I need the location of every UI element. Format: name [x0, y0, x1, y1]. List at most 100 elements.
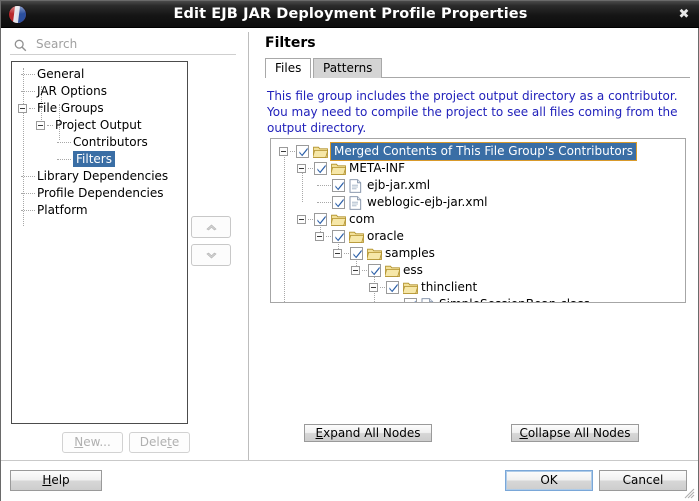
checkbox-checked[interactable] — [314, 213, 327, 226]
search-field[interactable]: Search — [10, 36, 236, 55]
collapse-toggle-icon[interactable] — [369, 283, 378, 292]
file-tree-label: samples — [385, 246, 435, 260]
collapse-toggle-icon[interactable] — [18, 104, 27, 113]
sidebar-item-label: Profile Dependencies — [37, 186, 164, 200]
sidebar-item-label: Platform — [37, 203, 88, 217]
info-message: This file group includes the project out… — [267, 89, 678, 135]
folder-open-icon — [385, 265, 400, 277]
tree-line — [21, 176, 35, 178]
file-tree-label: thinclient — [421, 280, 478, 294]
file-tree-row[interactable]: samples — [271, 245, 683, 262]
file-tree-row[interactable]: Merged Contents of This File Group's Con… — [271, 142, 683, 161]
tab-patterns[interactable]: Patterns — [313, 58, 383, 78]
collapse-toggle-icon[interactable] — [297, 164, 306, 173]
checkbox-checked[interactable] — [404, 298, 417, 302]
sidebar-item-label: General — [37, 67, 85, 81]
file-tree-row[interactable]: weblogic-ejb-jar.xml — [271, 194, 683, 211]
new-button: New... — [62, 432, 123, 453]
checkbox-checked[interactable] — [332, 230, 345, 243]
file-tree-row[interactable]: ess — [271, 262, 683, 279]
xml-file-icon — [349, 196, 362, 210]
sidebar-item-platform[interactable]: Platform — [12, 202, 187, 218]
tree-line — [21, 210, 35, 212]
close-icon[interactable]: ✖ — [675, 6, 693, 23]
file-icon — [421, 298, 434, 302]
sidebar-item-contributors[interactable]: Contributors — [12, 134, 187, 150]
file-tree-row[interactable]: oracle — [271, 228, 683, 245]
collapse-toggle-icon[interactable] — [333, 249, 342, 258]
help-button[interactable]: Help — [10, 470, 102, 491]
sidebar-item-profile-dependencies[interactable]: Profile Dependencies — [12, 185, 187, 201]
ok-button[interactable]: OK — [505, 470, 593, 491]
tree-line — [362, 270, 367, 272]
folder-open-icon — [313, 146, 328, 158]
tab-files[interactable]: Files — [265, 58, 312, 78]
collapse-toggle-icon[interactable] — [315, 232, 324, 241]
file-tree-label: weblogic-ejb-jar.xml — [367, 195, 488, 209]
title-bar: Edit EJB JAR Deployment Profile Properti… — [1, 1, 699, 28]
file-tree-row[interactable]: META-INF — [271, 160, 683, 177]
file-tree-label: META-INF — [349, 161, 406, 175]
tree-line — [317, 185, 331, 187]
collapse-all-nodes-label: Collapse All Nodes — [519, 426, 631, 440]
sidebar-item-label: Library Dependencies — [37, 169, 169, 183]
tab-patterns-label: Patterns — [323, 61, 373, 75]
file-tree-row[interactable]: thinclient — [271, 279, 683, 296]
collapse-toggle-icon[interactable] — [36, 121, 45, 130]
checkbox-checked[interactable] — [296, 145, 309, 158]
tab-files-label: Files — [275, 61, 302, 75]
move-up-button[interactable] — [191, 216, 231, 238]
cancel-button-label: Cancel — [622, 473, 664, 487]
file-tree[interactable]: Merged Contents of This File Group's Con… — [270, 138, 686, 303]
folder-open-icon — [331, 163, 346, 175]
file-tree-label: oracle — [367, 229, 404, 243]
search-icon — [14, 39, 27, 52]
sidebar-item-filters[interactable]: Filters — [12, 151, 187, 167]
collapse-toggle-icon[interactable] — [297, 215, 306, 224]
tree-line — [57, 142, 71, 144]
cancel-button[interactable]: Cancel — [599, 470, 687, 491]
settings-tree[interactable]: General JAR Options File Groups Project Out… — [11, 61, 188, 424]
tree-line — [308, 168, 313, 170]
tree-line — [326, 236, 331, 238]
resize-grip-icon[interactable] — [683, 487, 695, 499]
checkbox-checked[interactable] — [386, 281, 399, 294]
dialog-window: Edit EJB JAR Deployment Profile Properti… — [0, 0, 699, 501]
file-tree-row[interactable]: ejb-jar.xml — [271, 177, 683, 194]
sidebar-item-project-output[interactable]: Project Output — [12, 117, 187, 133]
chevron-down-icon — [206, 252, 217, 259]
folder-open-icon — [331, 214, 346, 226]
folder-open-icon — [403, 282, 418, 294]
checkbox-checked[interactable] — [368, 264, 381, 277]
file-tree-label: SimpleSessionBean.class — [439, 296, 590, 302]
xml-file-icon — [349, 179, 362, 193]
tree-line — [344, 253, 349, 255]
sidebar-item-general[interactable]: General — [12, 66, 187, 82]
file-tree-row[interactable]: SimpleSessionBean.class — [271, 296, 683, 302]
sidebar-item-label: File Groups — [37, 101, 104, 115]
file-tree-label: Merged Contents of This File Group's Con… — [330, 142, 637, 161]
expand-all-nodes-button[interactable]: Expand All Nodes — [304, 424, 432, 442]
move-down-button[interactable] — [191, 244, 231, 266]
checkbox-checked[interactable] — [332, 196, 345, 209]
sidebar-item-library-dependencies[interactable]: Library Dependencies — [12, 168, 187, 184]
chevron-up-icon — [206, 224, 217, 231]
collapse-toggle-icon[interactable] — [279, 147, 288, 156]
collapse-toggle-icon[interactable] — [351, 266, 360, 275]
window-title: Edit EJB JAR Deployment Profile Properti… — [173, 6, 528, 22]
checkbox-checked[interactable] — [332, 179, 345, 192]
tree-line — [57, 159, 71, 161]
ok-button-label: OK — [540, 473, 558, 487]
tree-line — [21, 74, 35, 76]
file-tree-row[interactable]: com — [271, 211, 683, 228]
sidebar-item-file-groups[interactable]: File Groups — [12, 100, 187, 116]
checkbox-checked[interactable] — [350, 247, 363, 260]
tree-line — [29, 108, 35, 110]
collapse-all-nodes-button[interactable]: Collapse All Nodes — [511, 424, 639, 442]
tree-line — [308, 219, 313, 221]
sidebar-item-label: Project Output — [55, 118, 142, 132]
tree-line — [317, 202, 331, 204]
sidebar-item-jar-options[interactable]: JAR Options — [12, 83, 187, 99]
checkbox-checked[interactable] — [314, 162, 327, 175]
help-button-label: Help — [42, 473, 70, 487]
